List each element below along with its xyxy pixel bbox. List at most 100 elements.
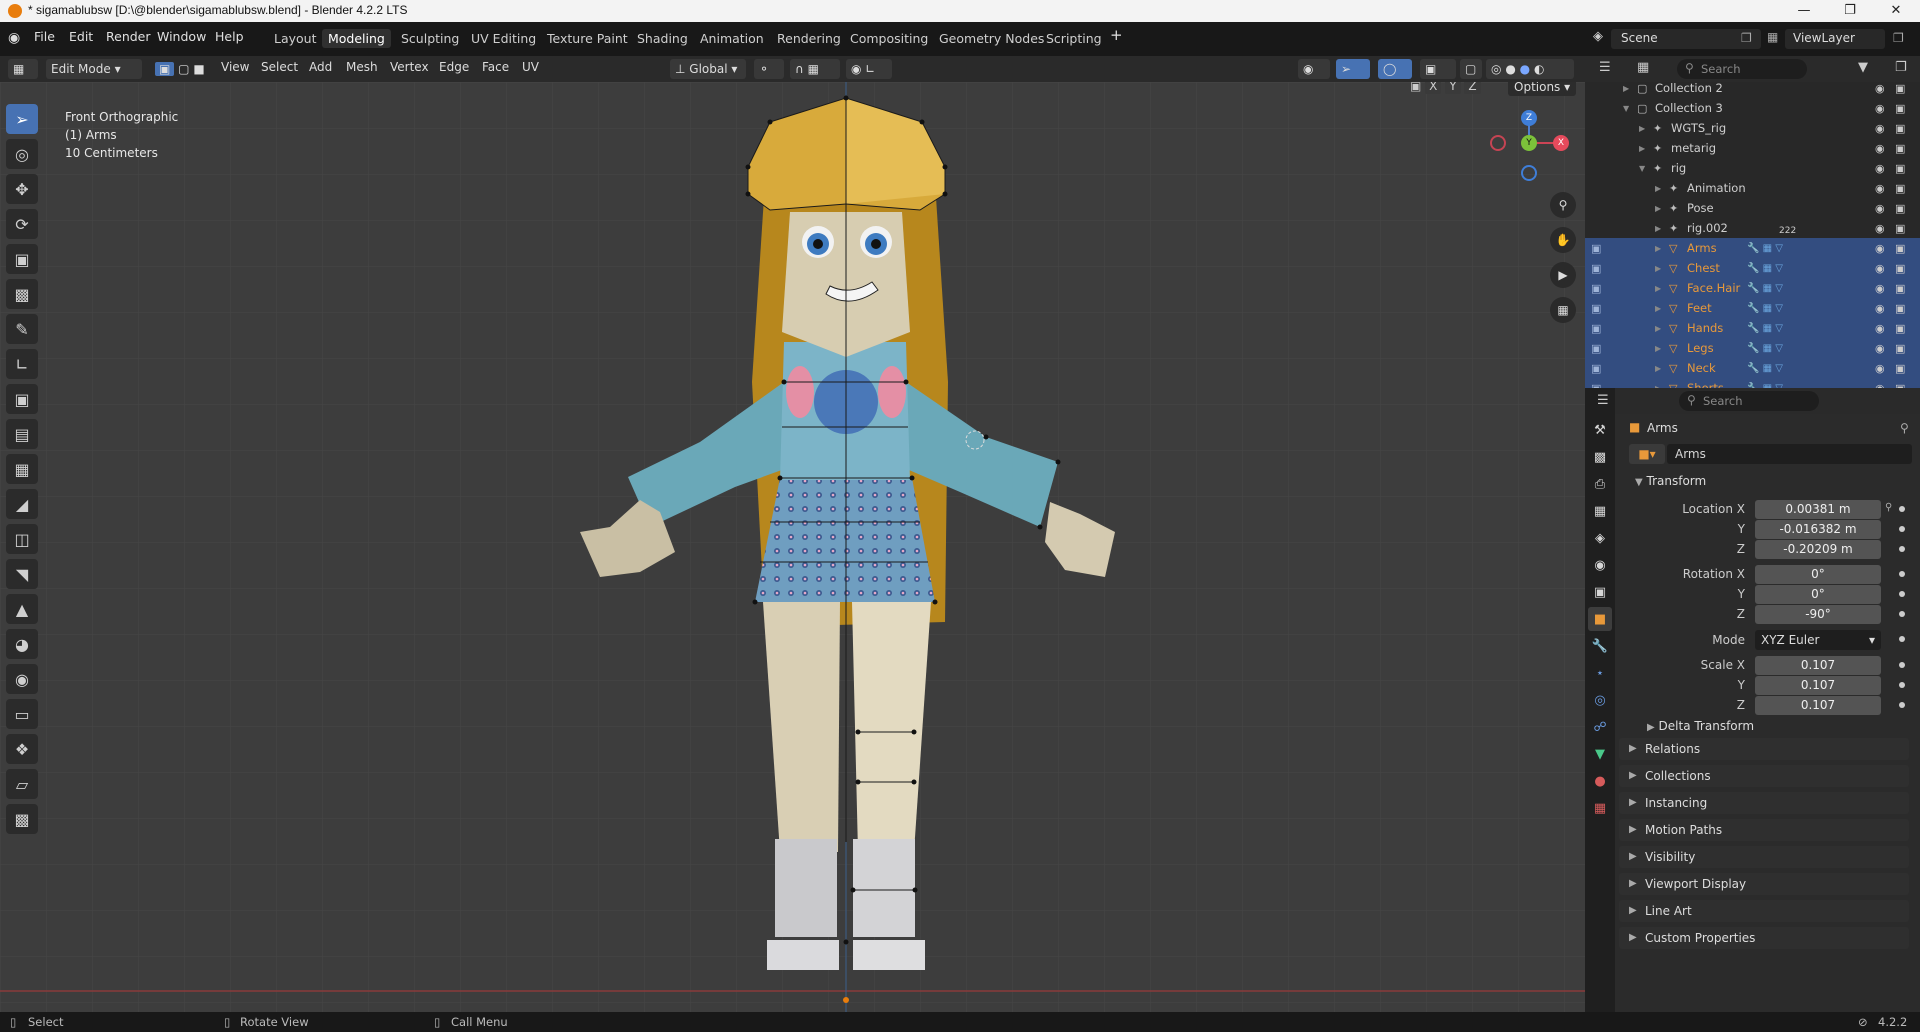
render-camera-icon[interactable]: ▣ [1895,102,1905,115]
workspace-tab-sculpting[interactable]: Sculpting [395,29,465,48]
outliner-row[interactable]: ▣ ▶ ▽ Hands 🔧 ▦ ▽ ◉ ▣ [1585,318,1920,338]
proportional-edit-icon[interactable]: ◉ ∟ [846,59,892,79]
knife-tool-icon[interactable]: ◥ [6,559,38,589]
visibility-eye-icon[interactable]: ◉ [1875,182,1885,195]
add-workspace-icon[interactable]: + [1110,26,1123,44]
rotation-x-field[interactable]: 0° [1755,565,1881,584]
expand-arrow-icon[interactable]: ▶ [1655,184,1661,193]
data-tab-icon[interactable]: ▼ [1588,742,1612,766]
menu-render[interactable]: Render [106,29,151,44]
solid-shading-icon[interactable]: ● [1505,62,1515,76]
expand-arrow-icon[interactable]: ▶ [1655,244,1661,253]
select-mode-group[interactable]: ▣ ▢ ■ [150,59,212,79]
gizmo-x-axis[interactable]: X [1553,135,1569,151]
location-z-field[interactable]: -0.20209 m [1755,540,1881,559]
location-x-field[interactable]: 0.00381 m [1755,500,1881,519]
workspace-tab-geometry-nodes[interactable]: Geometry Nodes [933,29,1050,48]
outliner-row[interactable]: ▶ ✦ Animation ◉ ▣ [1585,178,1920,198]
visibility-eye-icon[interactable]: ◉ [1875,342,1885,355]
modifier-data-icons[interactable]: 🔧 ▦ ▽ [1747,243,1783,254]
modifier-data-icons[interactable]: 🔧 ▦ ▽ [1747,363,1783,374]
add-cube-tool-icon[interactable]: ▣ [6,384,38,414]
perspective-toggle-icon[interactable]: ▦ [1550,297,1576,323]
location-y-field[interactable]: -0.016382 m [1755,520,1881,539]
loop-cut-tool-icon[interactable]: ◫ [6,524,38,554]
constraints-tab-icon[interactable]: ☍ [1588,715,1612,739]
visibility-eye-icon[interactable]: ◉ [1875,122,1885,135]
workspace-tab-animation[interactable]: Animation [694,29,770,48]
properties-search-input[interactable]: Search [1703,394,1743,408]
render-camera-icon[interactable]: ▣ [1895,342,1905,355]
menu-uv[interactable]: UV [522,60,539,74]
new-collection-icon[interactable]: ❐ [1895,60,1907,75]
outliner-row[interactable]: ▣ ▶ ▽ Face.Hair 🔧 ▦ ▽ ◉ ▣ [1585,278,1920,298]
gizmo-y-axis[interactable]: Y [1521,135,1537,151]
rotate-tool-icon[interactable]: ⟳ [6,209,38,239]
shading-modes[interactable]: ◎ ● ● ◐ [1486,59,1574,79]
outliner-row[interactable]: ▣ ▶ ▽ Feet 🔧 ▦ ▽ ◉ ▣ [1585,298,1920,318]
menu-mesh[interactable]: Mesh [346,60,378,74]
edit-mode-icon[interactable]: ▣ [1591,262,1601,275]
modifier-data-icons[interactable]: 🔧 ▦ ▽ [1747,323,1783,334]
outliner-row[interactable]: ▣ ▶ ▽ Neck 🔧 ▦ ▽ ◉ ▣ [1585,358,1920,378]
menu-edit[interactable]: Edit [69,29,93,44]
render-camera-icon[interactable]: ▣ [1895,362,1905,375]
transform-orientation-select[interactable]: ⊥ Global ▾ [670,59,746,79]
3d-viewport[interactable]: Front Orthographic (1) Arms 10 Centimete… [0,82,1585,1012]
expand-arrow-icon[interactable]: ▶ [1655,324,1661,333]
new-viewlayer-icon[interactable]: ❐ [1893,31,1904,45]
navigation-gizmo[interactable]: Z Y X [1490,102,1570,182]
edit-mode-icon[interactable]: ▣ [1591,362,1601,375]
mirror-z-toggle[interactable]: Z [1464,82,1481,94]
scale-tool-icon[interactable]: ▣ [6,244,38,274]
world-tab-icon[interactable]: ◉ [1588,553,1612,577]
xray-toggle-icon[interactable]: ▢ [1460,59,1482,79]
object-tab-icon[interactable]: ■ [1588,607,1612,631]
measure-tool-icon[interactable]: ∟ [6,349,38,379]
render-camera-icon[interactable]: ▣ [1895,142,1905,155]
mode-select[interactable]: Edit Mode ▾ [46,59,142,79]
section-line-art[interactable]: ▶ Line Art [1619,900,1909,922]
outliner-row[interactable]: ▣ ▶ ▽ Legs 🔧 ▦ ▽ ◉ ▣ [1585,338,1920,358]
viewport-canvas[interactable] [0,82,1585,1012]
render-camera-icon[interactable]: ▣ [1895,82,1905,95]
menu-select[interactable]: Select [261,60,298,74]
viewlayer-name-field[interactable]: ViewLayer [1793,31,1855,45]
blender-menu-icon[interactable]: ◉ [8,30,26,48]
visibility-eye-icon[interactable]: ◉ [1875,142,1885,155]
section-instancing[interactable]: ▶ Instancing [1619,792,1909,814]
smooth-tool-icon[interactable]: ◉ [6,664,38,694]
modifier-tab-icon[interactable]: 🔧 [1588,634,1612,658]
menu-vertex[interactable]: Vertex [390,60,429,74]
physics-tab-icon[interactable]: ◎ [1588,688,1612,712]
render-camera-icon[interactable]: ▣ [1895,262,1905,275]
mirror-y-toggle[interactable]: Y [1445,82,1461,94]
scale-x-field[interactable]: 0.107 [1755,656,1881,675]
new-scene-icon[interactable]: ❐ [1741,31,1752,45]
render-camera-icon[interactable]: ▣ [1895,222,1905,235]
workspace-tab-rendering[interactable]: Rendering [771,29,847,48]
extrude-tool-icon[interactable]: ▤ [6,419,38,449]
material-preview-icon[interactable]: ● [1520,62,1530,76]
mirror-x-toggle[interactable]: X [1425,82,1442,94]
zoom-icon[interactable]: ⚲ [1550,192,1576,218]
outliner-row[interactable]: ▣ ▶ ▽ Arms 🔧 ▦ ▽ ◉ ▣ [1585,238,1920,258]
particles-tab-icon[interactable]: ⋆ [1588,661,1612,685]
object-datablock-icon[interactable]: ■▾ [1629,444,1665,464]
outliner-row[interactable]: ▣ ▶ ▽ Chest 🔧 ▦ ▽ ◉ ▣ [1585,258,1920,278]
visibility-eye-icon[interactable]: ◉ [1875,262,1885,275]
workspace-tab-uv-editing[interactable]: UV Editing [465,29,542,48]
scale-z-field[interactable]: 0.107 [1755,696,1881,715]
mirror-axes-group[interactable]: ▣ X Y Z [1410,82,1481,94]
rendered-shading-icon[interactable]: ◐ [1534,62,1544,76]
visibility-eye-icon[interactable]: ◉ [1875,202,1885,215]
visibility-eye-icon[interactable]: ◉ [1875,242,1885,255]
section-motion-paths[interactable]: ▶ Motion Paths [1619,819,1909,841]
edge-select-icon[interactable]: ▢ [178,62,189,76]
properties-editor-type-icon[interactable]: ☰ [1597,393,1609,408]
pan-hand-icon[interactable]: ✋ [1550,227,1576,253]
visibility-selectability-icon[interactable]: ◉ [1298,59,1330,79]
rotation-y-field[interactable]: 0° [1755,585,1881,604]
transform-tool-icon[interactable]: ▩ [6,279,38,309]
inset-tool-icon[interactable]: ▦ [6,454,38,484]
